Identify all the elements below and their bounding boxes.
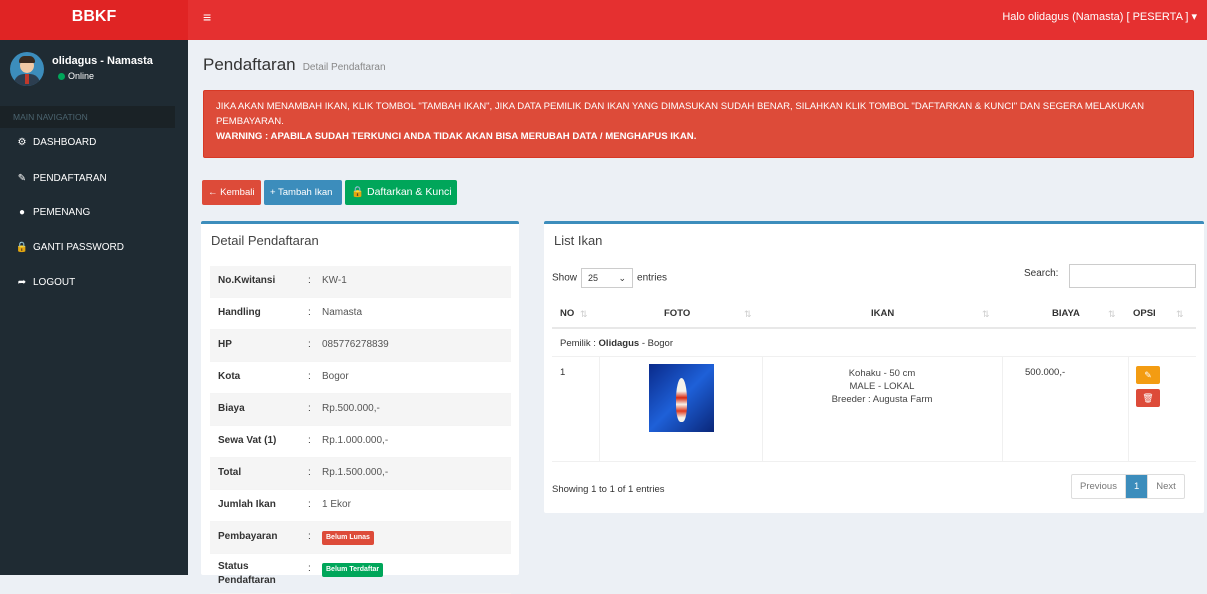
sidebar-item-logout[interactable]: ➦ LOGOUT xyxy=(0,269,188,297)
edit-icon: ✎ xyxy=(17,173,27,184)
lock-icon: 🔒 xyxy=(15,242,29,253)
detail-row-status: Status Pendaftaran: Belum Terdaftar xyxy=(210,554,511,594)
pencil-icon: ✎ xyxy=(1144,370,1152,380)
list-title: List Ikan xyxy=(554,233,603,248)
share-icon: ➦ xyxy=(17,277,27,288)
trash-icon: 🗑 xyxy=(1142,393,1154,403)
sidebar-item-dashboard[interactable]: ⚙ DASHBOARD xyxy=(0,129,188,157)
detail-row: HP:085776278839 xyxy=(210,330,511,362)
alert-text: JIKA AKAN MENAMBAH IKAN, KLIK TOMBOL "TA… xyxy=(216,101,1145,127)
alert-warning: WARNING : APABILA SUDAH TERKUNCI ANDA TI… xyxy=(216,131,697,142)
detail-row: Total: Rp.1.500.000,- xyxy=(210,458,511,490)
register-lock-button[interactable]: 🔒 Daftarkan & Kunci xyxy=(345,180,457,205)
user-name: olidagus - Namasta xyxy=(52,55,153,67)
app-logo[interactable]: BBKF xyxy=(0,0,188,40)
owner-name: Olidagus xyxy=(598,338,640,349)
table-row: 1 Kohaku - 50 cm MALE - LOKAL Breeder : … xyxy=(552,357,1196,462)
delete-button[interactable]: 🗑 xyxy=(1136,389,1160,407)
column-header-opsi[interactable]: OPSI xyxy=(1133,299,1156,329)
payment-status-badge: Belum Lunas xyxy=(322,531,374,545)
user-status: Online xyxy=(58,71,94,81)
page-size-select[interactable]: 25 ⌄ xyxy=(581,268,634,288)
online-dot-icon xyxy=(58,73,65,81)
edit-button[interactable]: ✎ xyxy=(1136,366,1160,384)
top-navbar: BBKF ≡ Halo olidagus (Namasta) [ PESERTA… xyxy=(0,0,1207,40)
detail-panel: Detail Pendaftaran No.Kwitansi: KW-1 Hand… xyxy=(201,221,519,594)
detail-title: Detail Pendaftaran xyxy=(211,233,319,248)
next-page-button[interactable]: Next xyxy=(1148,475,1184,498)
sort-icon: ⇅ xyxy=(744,309,752,319)
column-header-biaya[interactable]: BIAYA xyxy=(1052,299,1080,329)
sort-icon: ⇅ xyxy=(580,309,588,319)
back-button[interactable]: ← Kembali xyxy=(202,180,261,205)
row-number: 1 xyxy=(560,367,566,378)
content-header: Pendaftaran Detail Pendaftaran xyxy=(203,55,386,75)
search-input[interactable] xyxy=(1069,264,1196,288)
table-header: NO ⇅ FOTO ⇅ IKAN ⇅ BIAYA ⇅ OPSI ⇅ xyxy=(552,299,1196,329)
chevron-down-icon: ⌄ xyxy=(618,273,627,283)
sidebar-toggle-icon[interactable]: ≡ xyxy=(203,10,211,24)
fish-fee: 500.000,- xyxy=(1025,367,1066,378)
detail-table: No.Kwitansi: KW-1 Handling: Namasta HP:085… xyxy=(210,266,511,594)
user-menu[interactable]: Halo olidagus (Namasta) [ PESERTA ] ▾ xyxy=(1002,10,1197,23)
page-1-button[interactable]: 1 xyxy=(1125,475,1149,498)
sidebar-item-pemenang[interactable]: ● PEMENANG xyxy=(0,199,188,227)
detail-row: Biaya: Rp.500.000,- xyxy=(210,394,511,426)
pagination: Previous 1 Next xyxy=(1071,474,1185,499)
detail-row: Kota: Bogor xyxy=(210,362,511,394)
detail-row: Handling: Namasta xyxy=(210,298,511,330)
avatar xyxy=(10,52,44,86)
dashboard-icon: ⚙ xyxy=(17,137,27,148)
column-header-ikan[interactable]: IKAN xyxy=(871,299,894,329)
previous-page-button[interactable]: Previous xyxy=(1072,475,1126,498)
sidebar-item-ganti-password[interactable]: 🔒 GANTI PASSWORD xyxy=(0,234,188,262)
page-subtitle: Detail Pendaftaran xyxy=(302,62,386,73)
owner-group-row: Pemilik : Olidagus - Bogor xyxy=(552,331,1196,357)
fish-list-panel: List Ikan Show 25 ⌄ entries Search: NO ⇅ FOT… xyxy=(544,221,1204,513)
sort-icon: ⇅ xyxy=(982,309,990,319)
sort-icon: ⇅ xyxy=(1176,309,1184,319)
sidebar-item-pendaftaran[interactable]: ✎ PENDAFTARAN xyxy=(0,165,188,193)
table-info: Showing 1 to 1 of 1 entries xyxy=(552,484,665,495)
fish-description: Kohaku - 50 cm MALE - LOKAL Breeder : Au… xyxy=(831,368,933,405)
detail-row: Sewa Vat (1): Rp.1.000.000,- xyxy=(210,426,511,458)
page-size-control: Show 25 ⌄ entries xyxy=(552,268,667,288)
detail-row-pembayaran: Pembayaran: Belum Lunas xyxy=(210,522,511,554)
page-title: Pendaftaran xyxy=(203,55,296,74)
circle-icon: ● xyxy=(18,207,26,218)
column-header-foto[interactable]: FOTO xyxy=(664,299,690,329)
nav-header: MAIN NAVIGATION xyxy=(0,106,175,128)
add-fish-button[interactable]: + Tambah Ikan xyxy=(264,180,342,205)
search-label: Search: xyxy=(1024,268,1059,279)
detail-row: No.Kwitansi: KW-1 xyxy=(210,266,511,298)
sort-icon: ⇅ xyxy=(1108,309,1116,319)
column-header-no[interactable]: NO xyxy=(560,299,574,329)
sidebar: olidagus - Namasta Online MAIN NAVIGATIO… xyxy=(0,40,188,575)
alert-box: JIKA AKAN MENAMBAH IKAN, KLIK TOMBOL "TA… xyxy=(203,90,1194,158)
fish-photo[interactable] xyxy=(649,364,714,432)
detail-row: Jumlah Ikan:1 Ekor xyxy=(210,490,511,522)
